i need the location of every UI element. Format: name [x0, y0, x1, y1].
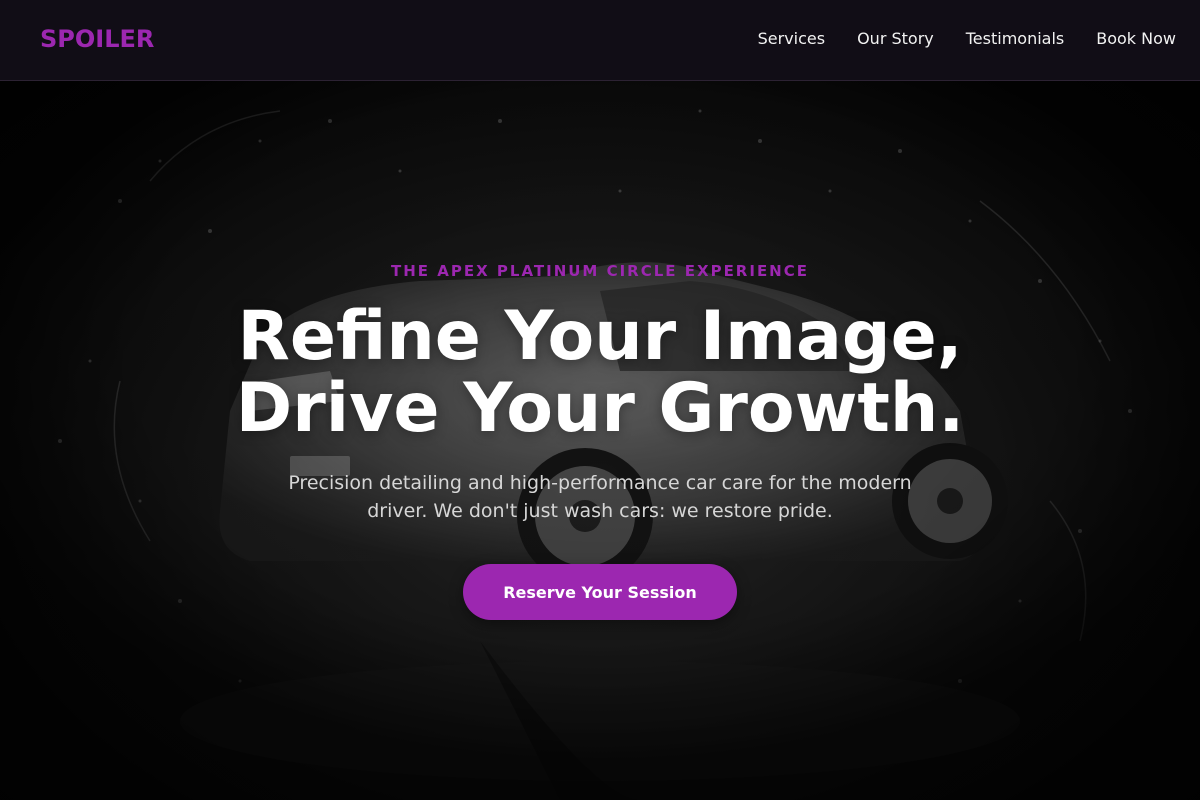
headline-line-2: Drive Your Growth. [235, 369, 965, 448]
nav-link-testimonials[interactable]: Testimonials [966, 28, 1065, 50]
reserve-session-button[interactable]: Reserve Your Session [463, 564, 737, 620]
headline-line-1: Refine Your Image, [237, 297, 963, 376]
nav-link-book-now[interactable]: Book Now [1096, 28, 1176, 50]
site-header: SPOILER Services Our Story Testimonials … [0, 0, 1200, 81]
main-navigation: Services Our Story Testimonials Book Now [758, 28, 1176, 50]
hero-subtext: Precision detailing and high-performance… [288, 472, 912, 522]
brand-logo[interactable]: SPOILER [40, 24, 154, 54]
nav-link-our-story[interactable]: Our Story [857, 28, 934, 50]
hero-headline: Refine Your Image, Drive Your Growth. [0, 301, 1200, 445]
nav-link-services[interactable]: Services [758, 28, 825, 50]
hero-eyebrow: THE APEX PLATINUM CIRCLE EXPERIENCE [391, 262, 809, 280]
hero-content: THE APEX PLATINUM CIRCLE EXPERIENCE Refi… [0, 81, 1200, 800]
hero-section: THE APEX PLATINUM CIRCLE EXPERIENCE Refi… [0, 81, 1200, 800]
